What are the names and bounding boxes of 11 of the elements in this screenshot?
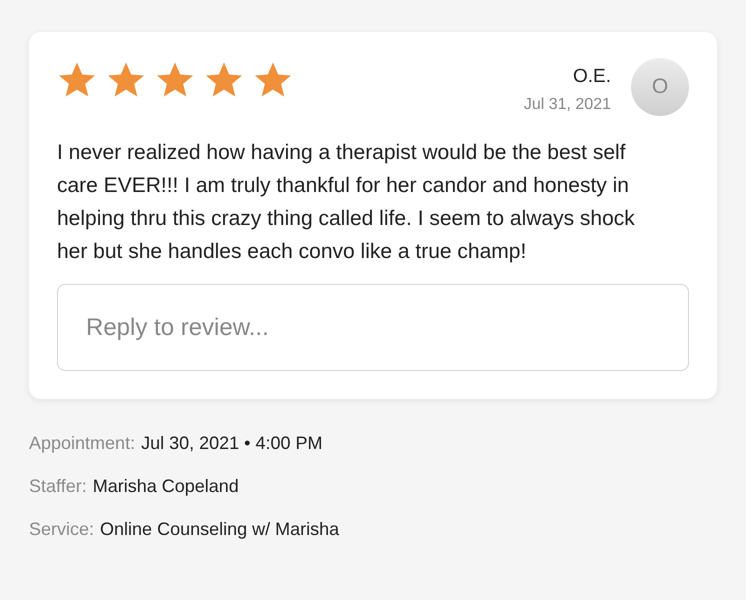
detail-label: Service: — [29, 518, 94, 541]
review-date: Jul 31, 2021 — [524, 96, 611, 114]
review-text: I never realized how having a therapist would be the best self care EVER!!! I am truly thankful for her candor and honesty in helping thru this crazy thing called life. I seem to always shock her but she handles each convo like a true champ! — [57, 140, 636, 265]
detail-value: Marisha Copeland — [92, 475, 239, 498]
detail-label: Appointment: — [29, 432, 136, 455]
detail-value: Online Counseling w/ Marisha — [100, 518, 340, 541]
detail-label: Staffer: — [29, 475, 87, 498]
reviewer-name: O.E. — [572, 66, 611, 88]
detail-value: Jul 30, 2021 • 4:00 PM — [141, 432, 322, 455]
reply-field[interactable]: Reply to review... — [57, 284, 689, 371]
avatar: O — [631, 58, 689, 116]
